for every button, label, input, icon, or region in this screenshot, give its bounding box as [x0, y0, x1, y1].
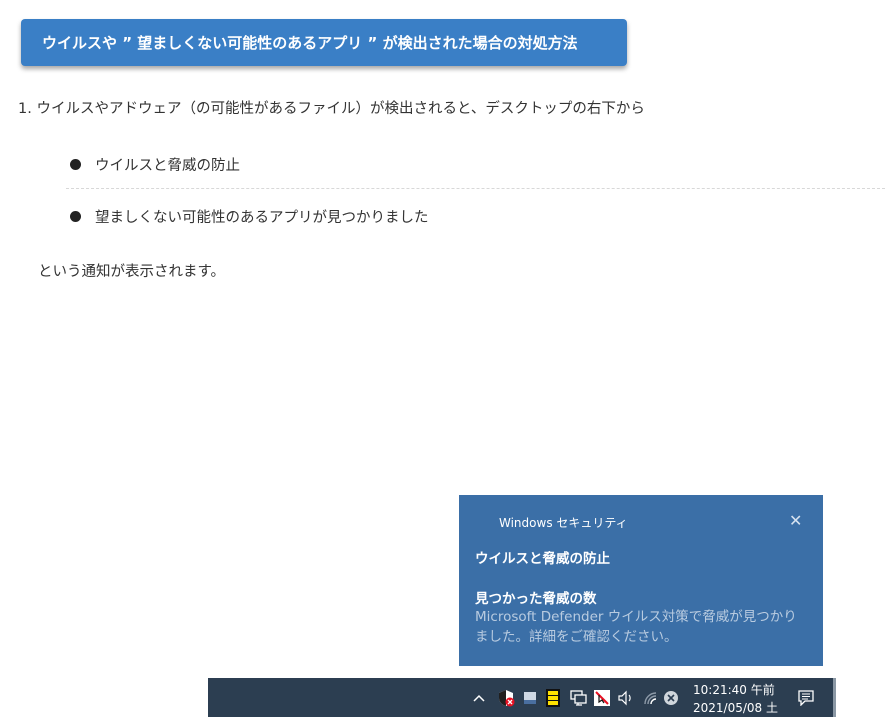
bullet-dot-icon: [70, 211, 81, 222]
bullet-item: ウイルスと脅威の防止: [70, 154, 240, 175]
chevron-up-icon[interactable]: [470, 678, 488, 717]
notification-title: ウイルスと脅威の防止: [475, 551, 610, 567]
bullet-text: ウイルスと脅威の防止: [95, 158, 240, 174]
section-heading: ウイルスや ” 望ましくない可能性のあるアプリ ” が検出された場合の対処方法: [21, 19, 627, 66]
show-desktop-button[interactable]: [833, 678, 836, 717]
section-heading-text: ウイルスや ” 望ましくない可能性のあるアプリ ” が検出された場合の対処方法: [42, 34, 578, 52]
wifi-icon[interactable]: [640, 678, 662, 717]
bullet-text: 望ましくない可能性のあるアプリが見つかりました: [95, 210, 429, 226]
taskbar: 10:21:40 午前 2021/05/08 土: [208, 678, 836, 717]
clock-date[interactable]: 2021/05/08 土: [693, 699, 778, 716]
shield-alert-icon[interactable]: [495, 678, 517, 717]
close-circle-icon[interactable]: [661, 678, 681, 717]
divider: [66, 188, 885, 189]
close-icon[interactable]: ✕: [789, 511, 802, 530]
security-notification[interactable]: Windows セキュリティ ✕ ウイルスと脅威の防止 見つかった脅威の数 Mi…: [459, 495, 823, 666]
network-icon[interactable]: [567, 678, 589, 717]
notification-app-name: Windows セキュリティ: [499, 516, 628, 530]
battery-icon[interactable]: [542, 678, 564, 717]
bullet-item: 望ましくない可能性のあるアプリが見つかりました: [70, 206, 429, 227]
step-text: 1. ウイルスやアドウェア（の可能性があるファイル）が検出されると、デスクトップ…: [18, 101, 645, 117]
device-icon[interactable]: [520, 678, 540, 717]
notification-body: Microsoft Defender ウイルス対策で脅威が見つかりました。詳細を…: [475, 609, 797, 645]
notification-subtitle: 見つかった脅威の数: [475, 591, 597, 607]
note-text: という通知が表示されます。: [38, 264, 226, 280]
notification-icon[interactable]: [794, 678, 818, 717]
bullet-dot-icon: [70, 159, 81, 170]
speaker-icon[interactable]: [615, 678, 637, 717]
blocked-app-icon[interactable]: [591, 678, 613, 717]
clock-time[interactable]: 10:21:40 午前: [693, 681, 775, 698]
